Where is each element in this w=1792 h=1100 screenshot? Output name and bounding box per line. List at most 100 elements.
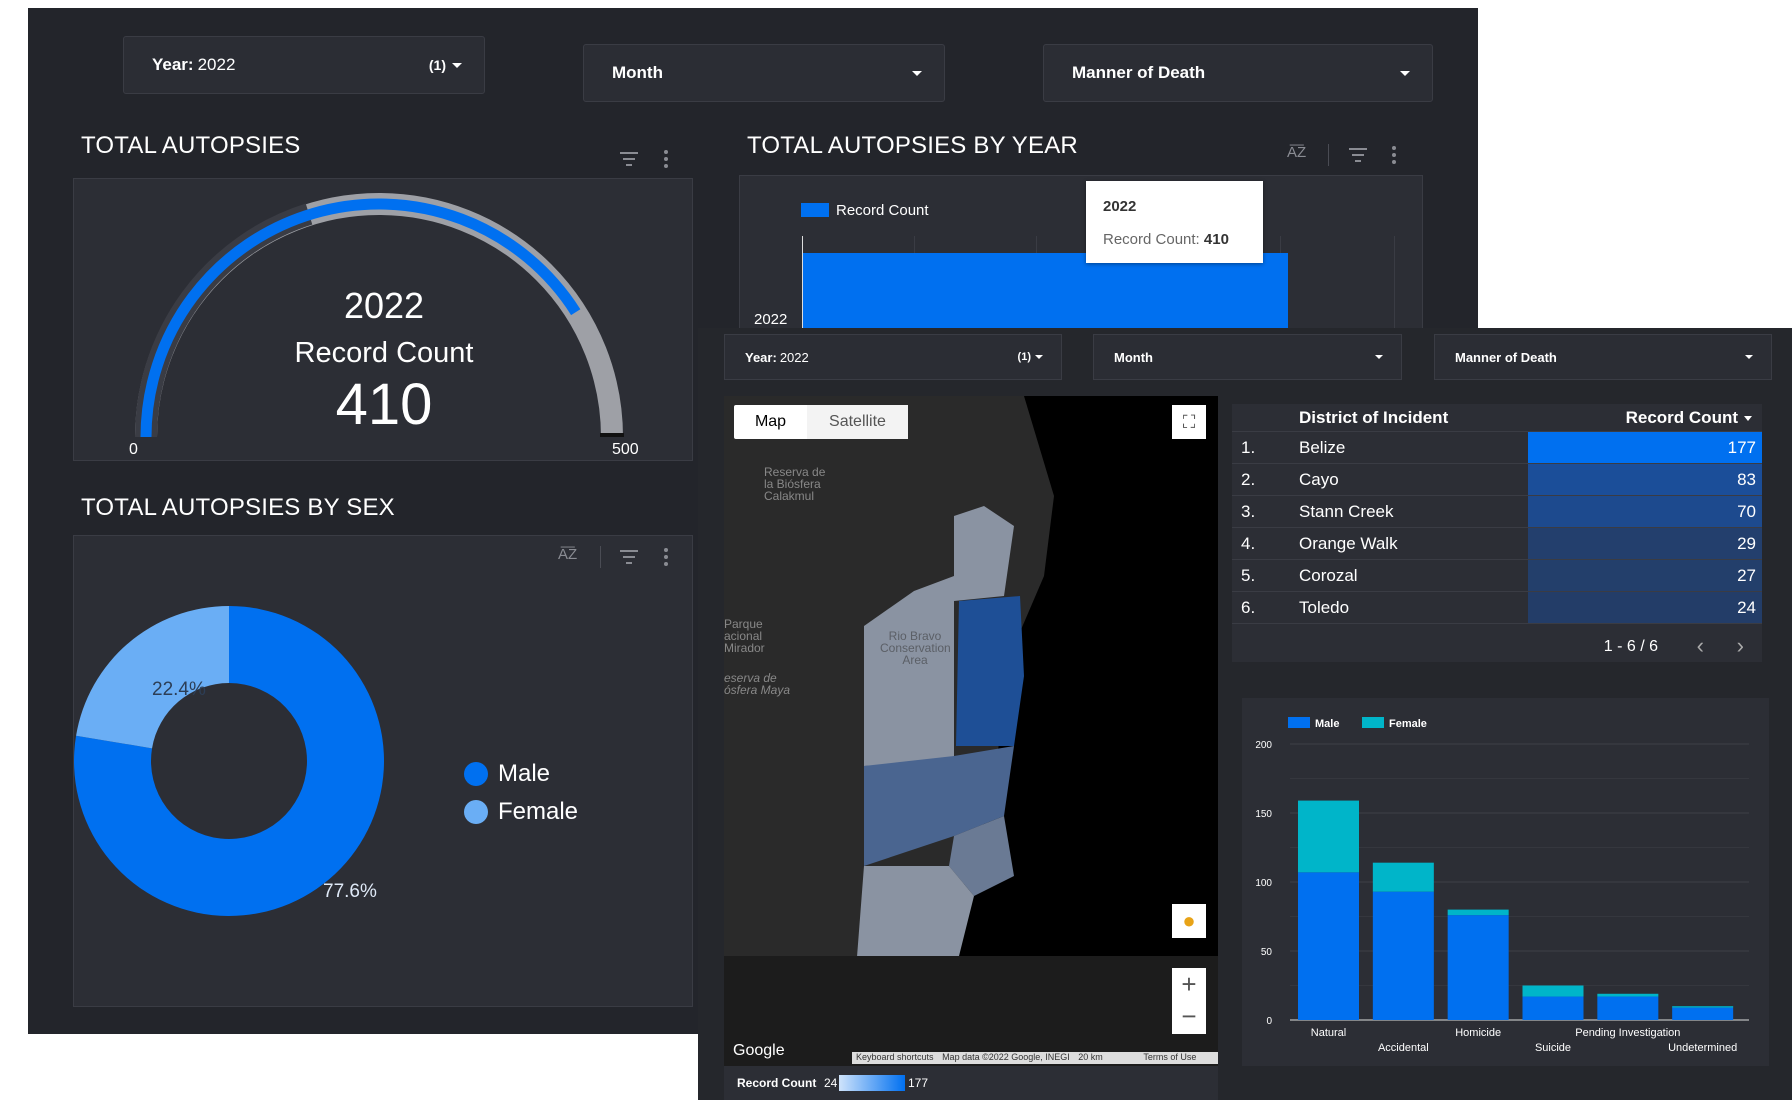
google-logo: Google: [733, 1042, 785, 1059]
column-header-district[interactable]: District of Incident: [1299, 408, 1448, 428]
legend-swatch-female: [464, 800, 488, 824]
zoom-control: + −: [1172, 968, 1206, 1034]
legend-label-male: Male: [498, 760, 551, 787]
sort-desc-icon[interactable]: [1744, 416, 1752, 421]
sort-az-icon[interactable]: A͞Z: [1287, 144, 1306, 161]
female-pct-label: 22.4%: [152, 679, 206, 700]
bar-male: [1298, 872, 1359, 1020]
manner-filter-label: Manner of Death: [1455, 349, 1557, 365]
manner-filter[interactable]: Manner of Death: [1434, 334, 1772, 380]
filter-icon[interactable]: [1349, 148, 1367, 166]
year-filter-value: 2022: [197, 55, 236, 74]
gauge-min: 0: [129, 441, 138, 458]
district-corozal[interactable]: [954, 506, 1014, 601]
legend-label-female: Female: [498, 798, 579, 825]
map-scale: 20 km: [1078, 1052, 1103, 1062]
y-tick-label: 50: [1261, 947, 1273, 958]
bar-female: [1672, 1006, 1734, 1008]
sort-az-icon[interactable]: A͞Z: [558, 546, 577, 563]
district-belize[interactable]: [956, 596, 1024, 746]
month-filter[interactable]: Month: [1093, 334, 1402, 380]
year-filter[interactable]: Year: 2022 (1): [123, 36, 485, 94]
year-bar[interactable]: [803, 253, 1288, 329]
map-data-text: Map data ©2022 Google, INEGI: [942, 1052, 1070, 1062]
chevron-down-icon: [452, 63, 462, 68]
map-color-legend: Record Count 24 177: [724, 1066, 1218, 1100]
bar-female: [1597, 993, 1659, 997]
chevron-down-icon: [1745, 355, 1753, 359]
chevron-down-icon: [1400, 71, 1410, 76]
donut-slice-female[interactable]: [76, 606, 229, 749]
bar-male: [1522, 996, 1584, 1020]
legend-gradient: [839, 1075, 905, 1091]
zoom-in-icon[interactable]: +: [1172, 968, 1206, 1001]
legend-label-male: Male: [1315, 718, 1339, 730]
pegman-icon[interactable]: ●: [1172, 904, 1206, 938]
tooltip-body: Record Count: 410: [1103, 231, 1229, 248]
manner-filter-label: Manner of Death: [1072, 63, 1206, 82]
y-tick-label: 200: [1255, 740, 1272, 751]
bar-male: [1372, 891, 1434, 1020]
map-button[interactable]: Map: [734, 405, 807, 439]
tooltip-value: 410: [1203, 231, 1229, 248]
chevron-right-icon[interactable]: ›: [1737, 633, 1744, 659]
x-tick-label: Homicide: [1455, 1027, 1501, 1039]
y-tick-label: 150: [1255, 809, 1272, 820]
legend-max: 177: [908, 1076, 929, 1090]
month-filter-label: Month: [1114, 349, 1153, 365]
legend-swatch: [801, 203, 829, 217]
x-tick-label: Accidental: [1378, 1042, 1429, 1054]
stacked-bar-chart: Male Female 0 50 100 150 200 Natural Accidental H…: [1255, 717, 1749, 1054]
map-view[interactable]: Map Satellite ⛶ Reserva de la Biósfera C…: [724, 396, 1218, 1066]
map-label-reserva-maya: eserva de ósfera Maya: [724, 671, 791, 697]
filter-icon[interactable]: [620, 550, 638, 568]
year-filter-count: (1): [1017, 351, 1031, 363]
y-tick-label: 2022: [754, 311, 788, 328]
chevron-down-icon: [912, 71, 922, 76]
gauge-metric: Record Count: [294, 337, 474, 369]
column-header-count[interactable]: Record Count: [1626, 408, 1738, 428]
manner-filter[interactable]: Manner of Death: [1043, 44, 1433, 102]
legend-label: Record Count: [836, 202, 929, 219]
year-filter-count: (1): [428, 57, 446, 73]
table-row[interactable]: 3. Stann Creek 70: [1232, 496, 1762, 528]
y-tick-label: 100: [1255, 878, 1272, 889]
satellite-button[interactable]: Satellite: [807, 405, 908, 439]
more-options-icon[interactable]: [1392, 146, 1396, 167]
map-type-toggle: Map Satellite: [734, 405, 908, 439]
table-row[interactable]: 5. Corozal 27: [1232, 560, 1762, 592]
map-label-reserva: Reserva de la Biósfera Calakmul: [764, 465, 826, 503]
total-autopsies-title: TOTAL AUTOPSIES: [81, 132, 301, 159]
keyboard-shortcuts-link[interactable]: Keyboard shortcuts: [856, 1052, 934, 1062]
map-label-rio-bravo: Rio Bravo Conservation Area: [880, 629, 951, 667]
more-options-icon[interactable]: [664, 150, 668, 171]
manner-bar-chart-card: Male Female 0 50 100 150 200 Natural Accidental H…: [1242, 698, 1769, 1066]
fullscreen-icon[interactable]: ⛶: [1172, 405, 1206, 439]
male-pct-label: 77.6%: [323, 881, 377, 902]
table-row[interactable]: 2. Cayo 83: [1232, 464, 1762, 496]
terms-link[interactable]: Terms of Use: [1143, 1052, 1196, 1062]
pagination-text: 1 - 6 / 6: [1603, 638, 1658, 655]
district-table: District of Incident Record Count 1. Beli…: [1232, 404, 1762, 662]
by-sex-card: A͞Z 22.4% 77.6% Male Female: [73, 535, 693, 1007]
chevron-down-icon: [1375, 355, 1383, 359]
month-filter[interactable]: Month: [583, 44, 945, 102]
filter-icon[interactable]: [620, 152, 638, 170]
table-row[interactable]: 4. Orange Walk 29: [1232, 528, 1762, 560]
legend-min: 24: [824, 1076, 838, 1090]
bar-female: [1447, 909, 1509, 916]
bar-female: [1522, 985, 1584, 997]
gauge-value: 410: [335, 372, 433, 437]
year-filter[interactable]: Year: 2022 (1): [724, 334, 1062, 380]
bar-male: [1672, 1007, 1734, 1020]
table-row[interactable]: 6. Toledo 24: [1232, 592, 1762, 624]
zoom-out-icon[interactable]: −: [1172, 1001, 1206, 1034]
by-year-title: TOTAL AUTOPSIES BY YEAR: [747, 132, 1078, 159]
chevron-left-icon[interactable]: ‹: [1697, 633, 1704, 659]
tooltip: 2022 Record Count: 410: [1086, 181, 1263, 263]
table-row[interactable]: 1. Belize 177: [1232, 432, 1762, 464]
by-sex-title: TOTAL AUTOPSIES BY SEX: [81, 494, 395, 521]
chevron-down-icon: [1035, 355, 1043, 359]
legend-swatch-male: [464, 762, 488, 786]
more-options-icon[interactable]: [664, 548, 668, 569]
